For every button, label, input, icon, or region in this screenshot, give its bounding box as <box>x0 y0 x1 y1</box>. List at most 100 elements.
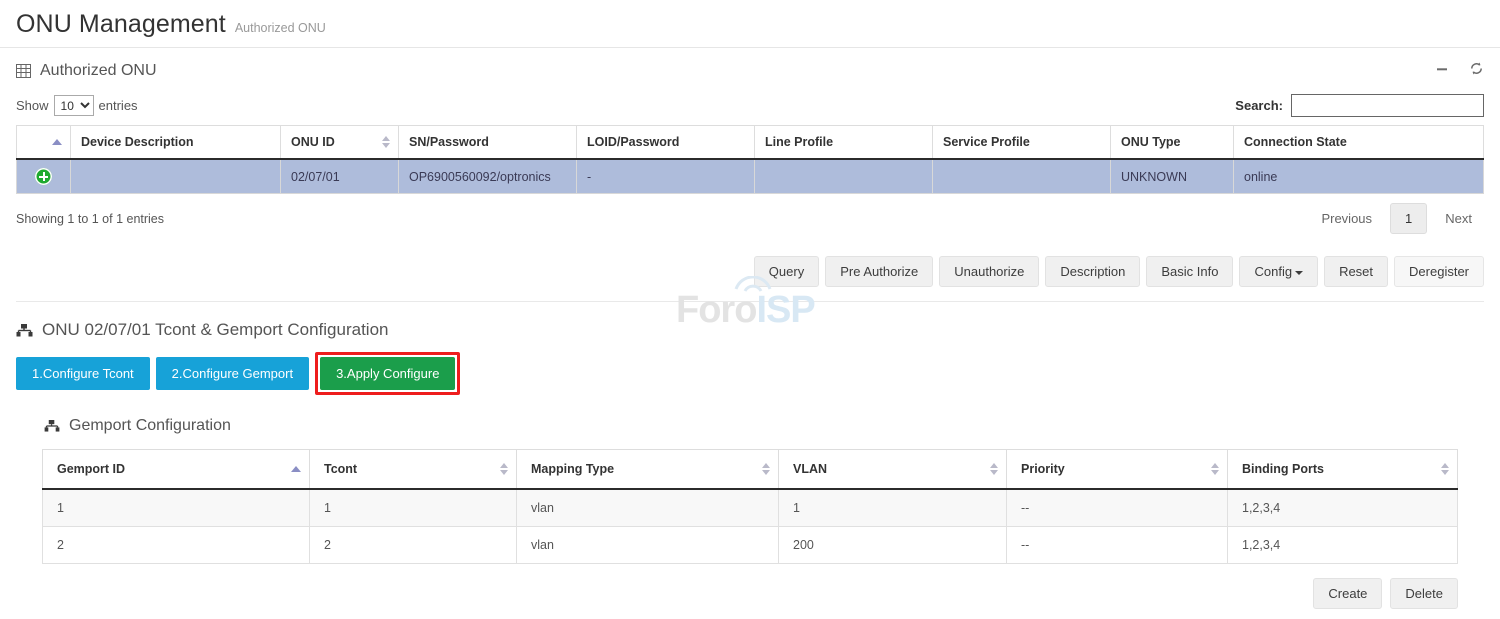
cell-device-description <box>71 159 281 194</box>
pagination-next[interactable]: Next <box>1433 205 1484 232</box>
tab-configure-tcont[interactable]: 1.Configure Tcont <box>16 357 150 390</box>
cell-line-profile <box>755 159 933 194</box>
chevron-down-icon <box>1295 271 1303 275</box>
cell-vlan: 200 <box>779 527 1007 564</box>
expand-row-icon[interactable] <box>35 168 52 185</box>
cell-gemport-id: 1 <box>43 489 310 527</box>
column-header-tcont[interactable]: Tcont <box>310 450 517 490</box>
column-header-select[interactable] <box>17 126 71 160</box>
column-header-onu-id[interactable]: ONU ID <box>281 126 399 160</box>
cell-mapping-type: vlan <box>517 489 779 527</box>
tab-configure-gemport[interactable]: 2.Configure Gemport <box>156 357 309 390</box>
cell-service-profile <box>933 159 1111 194</box>
column-label: Device Description <box>81 135 194 149</box>
sort-both-icon <box>990 463 998 475</box>
column-header-gemport-id[interactable]: Gemport ID <box>43 450 310 490</box>
column-header-device-description[interactable]: Device Description <box>71 126 281 160</box>
sort-ascending-icon <box>52 139 62 145</box>
refresh-icon[interactable] <box>1469 61 1484 80</box>
tab-wrapper-configure-tcont: 1.Configure Tcont <box>16 357 150 390</box>
panel-title-label: Authorized ONU <box>40 62 157 80</box>
button-label: Unauthorize <box>954 264 1024 279</box>
datatable-footer: Showing 1 to 1 of 1 entries Previous 1 N… <box>16 194 1484 234</box>
create-button[interactable]: Create <box>1313 578 1382 609</box>
button-label: Description <box>1060 264 1125 279</box>
section-title-label: ONU 02/07/01 Tcont & Gemport Configurati… <box>42 320 388 340</box>
cell-vlan: 1 <box>779 489 1007 527</box>
column-header-sn-password[interactable]: SN/Password <box>399 126 577 160</box>
cell-binding-ports: 1,2,3,4 <box>1228 527 1458 564</box>
section-title: ONU 02/07/01 Tcont & Gemport Configurati… <box>16 302 1484 352</box>
description-button[interactable]: Description <box>1045 256 1140 287</box>
column-header-connection-state[interactable]: Connection State <box>1234 126 1484 160</box>
column-header-priority[interactable]: Priority <box>1007 450 1228 490</box>
query-button[interactable]: Query <box>754 256 819 287</box>
card-title: Gemport Configuration <box>42 417 1484 449</box>
button-label: Delete <box>1405 586 1443 601</box>
cell-onu-id: 02/07/01 <box>281 159 399 194</box>
configuration-tabs: 1.Configure Tcont 2.Configure Gemport 3.… <box>16 352 1484 395</box>
cell-onu-type: UNKNOWN <box>1111 159 1234 194</box>
status-badge: online <box>1234 159 1484 194</box>
sort-both-icon <box>382 136 390 148</box>
sort-both-icon <box>500 463 508 475</box>
cell-mapping-type: vlan <box>517 527 779 564</box>
table-row[interactable]: 02/07/01 OP6900560092/optronics - UNKNOW… <box>17 159 1484 194</box>
column-header-line-profile[interactable]: Line Profile <box>755 126 933 160</box>
button-label: Query <box>769 264 804 279</box>
pagination-page-1[interactable]: 1 <box>1390 203 1427 234</box>
tcont-gemport-section: ONU 02/07/01 Tcont & Gemport Configurati… <box>0 302 1500 609</box>
authorized-onu-panel: Authorized ONU Show <box>0 48 1500 301</box>
panel-header: Authorized ONU <box>16 48 1484 90</box>
sort-both-icon <box>1441 463 1449 475</box>
delete-button[interactable]: Delete <box>1390 578 1458 609</box>
search-label: Search: <box>1235 98 1283 113</box>
search-control: Search: <box>1235 94 1484 117</box>
gemport-header-row: Gemport ID Tcont Mapping Type VLAN <box>43 450 1458 490</box>
column-label: Priority <box>1021 462 1065 476</box>
button-label: Deregister <box>1409 264 1469 279</box>
page-length-control: Show 10 entries <box>16 95 138 116</box>
column-header-mapping-type[interactable]: Mapping Type <box>517 450 779 490</box>
tab-label: 3.Apply Configure <box>336 366 439 381</box>
column-label: Binding Ports <box>1242 462 1324 476</box>
authorized-onu-table: Device Description ONU ID SN/Password LO… <box>16 125 1484 194</box>
page-length-select[interactable]: 10 <box>54 95 94 116</box>
tab-apply-configure[interactable]: 3.Apply Configure <box>320 357 455 390</box>
show-label: Show <box>16 98 49 113</box>
datatable-info: Showing 1 to 1 of 1 entries <box>16 212 164 226</box>
datatable-controls: Show 10 entries Search: <box>16 90 1484 125</box>
column-header-onu-type[interactable]: ONU Type <box>1111 126 1234 160</box>
sitemap-icon <box>16 324 33 337</box>
button-label: Create <box>1328 586 1367 601</box>
unauthorize-button[interactable]: Unauthorize <box>939 256 1039 287</box>
deregister-button[interactable]: Deregister <box>1394 256 1484 287</box>
minimize-icon[interactable] <box>1435 62 1449 80</box>
reset-button[interactable]: Reset <box>1324 256 1388 287</box>
search-input[interactable] <box>1291 94 1484 117</box>
column-header-binding-ports[interactable]: Binding Ports <box>1228 450 1458 490</box>
column-label: Service Profile <box>943 135 1030 149</box>
cell-binding-ports: 1,2,3,4 <box>1228 489 1458 527</box>
config-button[interactable]: Config <box>1239 256 1318 287</box>
column-header-vlan[interactable]: VLAN <box>779 450 1007 490</box>
gemport-configuration-card: Gemport Configuration Gemport ID Tcont <box>42 417 1484 609</box>
basic-info-button[interactable]: Basic Info <box>1146 256 1233 287</box>
panel-title: Authorized ONU <box>16 62 157 80</box>
column-header-loid-password[interactable]: LOID/Password <box>577 126 755 160</box>
table-row[interactable]: 2 2 vlan 200 -- 1,2,3,4 <box>43 527 1458 564</box>
button-label: Basic Info <box>1161 264 1218 279</box>
column-label: ONU Type <box>1121 135 1181 149</box>
pre-authorize-button[interactable]: Pre Authorize <box>825 256 933 287</box>
entries-label: entries <box>99 98 138 113</box>
gemport-table: Gemport ID Tcont Mapping Type VLAN <box>42 449 1458 564</box>
page-title: ONU Management <box>16 10 226 39</box>
button-label: Reset <box>1339 264 1373 279</box>
cell-tcont: 1 <box>310 489 517 527</box>
tab-wrapper-configure-gemport: 2.Configure Gemport <box>156 357 309 390</box>
table-row[interactable]: 1 1 vlan 1 -- 1,2,3,4 <box>43 489 1458 527</box>
column-header-service-profile[interactable]: Service Profile <box>933 126 1111 160</box>
row-expand-cell[interactable] <box>17 159 71 194</box>
pagination-previous[interactable]: Previous <box>1309 205 1384 232</box>
column-label: Tcont <box>324 462 357 476</box>
